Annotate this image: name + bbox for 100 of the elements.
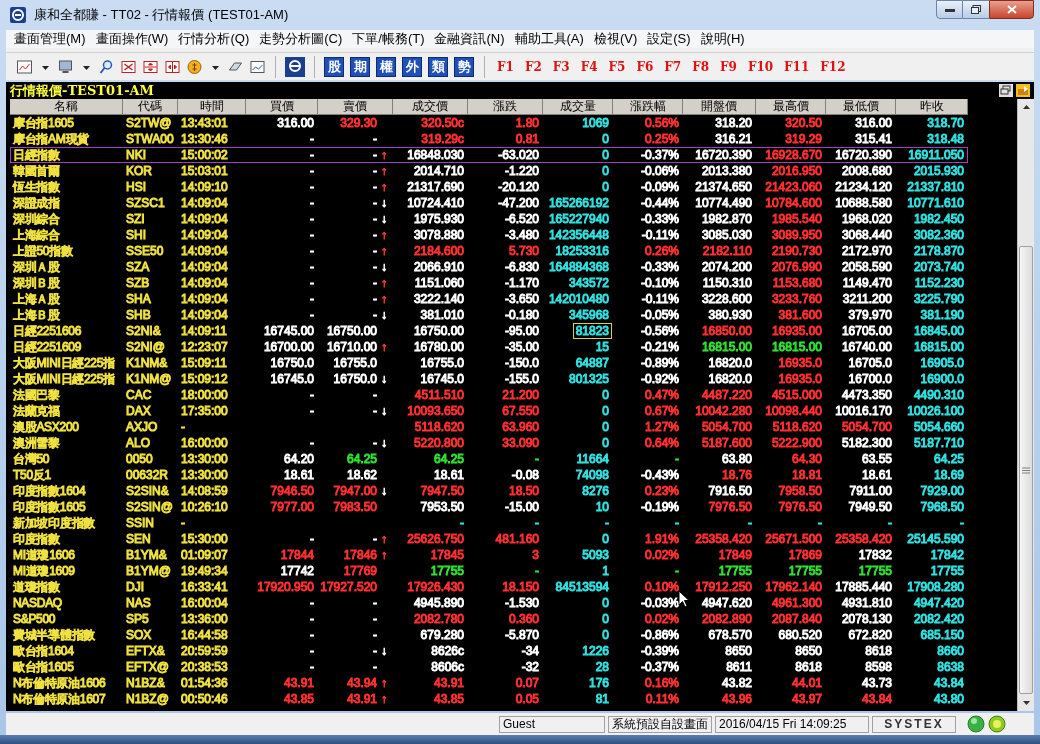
table-cell: - — [310, 612, 314, 626]
function-key-button[interactable]: F6 — [633, 57, 657, 76]
table-cell: 16745.0 — [420, 372, 464, 386]
column-header[interactable]: 漲跌幅 — [613, 99, 683, 115]
column-header[interactable]: 時間 — [178, 99, 246, 115]
scroll-thumb[interactable] — [1019, 246, 1033, 694]
folder-icon[interactable] — [1016, 84, 1030, 97]
minimize-button[interactable] — [936, 0, 963, 19]
menu-item[interactable]: 說明(H) — [698, 29, 747, 49]
search-icon[interactable] — [98, 58, 115, 75]
quick-button[interactable]: 股 — [324, 56, 344, 77]
menu-item[interactable]: 畫面管理(M) — [12, 29, 88, 49]
table-cell: 16710.00 — [326, 340, 377, 354]
table-cell: K1NM& — [126, 356, 168, 370]
window-chart-icon[interactable] — [249, 58, 266, 75]
table-cell: 16750.00 — [413, 324, 464, 338]
table-cell: 14:08:59 — [181, 484, 228, 498]
function-key-button[interactable]: F8 — [689, 57, 712, 76]
table-cell: 00632R — [126, 468, 169, 482]
menu-item[interactable]: 金融資訊(N) — [432, 29, 507, 49]
column-header[interactable]: 最高價 — [756, 99, 826, 115]
table-cell: 18.76 — [721, 468, 752, 482]
table-cell: 4511.510 — [414, 388, 464, 402]
monitor-icon[interactable] — [57, 58, 74, 75]
trend-arrow: ↑ — [381, 164, 387, 178]
table-cell: 大阪MINI日經225指 — [13, 356, 115, 370]
coin-icon[interactable] — [186, 58, 203, 75]
menu-item[interactable]: 走勢分析圖(C) — [257, 29, 345, 49]
table-cell: 17849 — [718, 548, 752, 562]
table-cell: 43.80 — [933, 692, 964, 706]
menu-item[interactable]: 設定(S) — [645, 29, 693, 49]
table-cell: -95.00 — [504, 324, 539, 338]
table-cell: -0.19% — [640, 500, 679, 514]
split-vertical-icon[interactable] — [164, 58, 181, 75]
quick-button[interactable]: 外 — [402, 56, 422, 77]
table-cell: 17842 — [930, 548, 964, 562]
column-header[interactable]: 昨收 — [896, 99, 968, 115]
scrollbar[interactable] — [1017, 99, 1034, 711]
table-cell: - — [310, 276, 314, 290]
table-cell: SOX — [126, 628, 152, 642]
table-cell: - — [310, 244, 314, 258]
function-key-button[interactable]: F5 — [605, 57, 629, 76]
table-cell: 18253316 — [555, 244, 609, 258]
function-key-button[interactable]: F12 — [817, 57, 849, 76]
function-key-button[interactable]: F10 — [744, 57, 777, 76]
table-cell: 5054.660 — [913, 420, 964, 434]
column-header[interactable]: 成交價 — [393, 99, 468, 115]
table-cell: 18.50 — [508, 484, 539, 498]
table-cell: 1.27% — [644, 420, 679, 434]
column-header[interactable]: 買價 — [246, 99, 318, 115]
function-key-button[interactable]: F11 — [781, 57, 813, 76]
menu-item[interactable]: 輔助工具(A) — [512, 29, 586, 49]
column-header[interactable]: 開盤價 — [683, 99, 756, 115]
menu-item[interactable]: 檢視(V) — [591, 29, 640, 49]
table-cell: CAC — [126, 388, 152, 402]
maximize-button[interactable] — [963, 0, 989, 19]
table-cell: 16720.390 — [695, 148, 752, 162]
close-box-icon[interactable] — [120, 58, 137, 75]
quick-button[interactable]: 權 — [376, 56, 396, 77]
function-key-button[interactable]: F1 — [494, 57, 517, 76]
company-logo-icon[interactable] — [285, 56, 305, 77]
table-cell: T50反1 — [13, 468, 51, 482]
close-icon — [1006, 5, 1017, 14]
trend-arrow: ↑ — [381, 276, 387, 290]
restore-icon[interactable] — [999, 84, 1013, 97]
function-key-button[interactable]: F2 — [521, 57, 545, 76]
split-horizontal-icon[interactable] — [142, 58, 159, 75]
column-header[interactable]: 名稱 — [10, 99, 123, 115]
table-cell: 3225.790 — [913, 292, 964, 306]
table-cell: SHI — [126, 228, 146, 242]
function-key-button[interactable]: F3 — [549, 57, 573, 76]
quick-button[interactable]: 期 — [350, 56, 370, 77]
chart-icon[interactable] — [16, 58, 33, 75]
column-header[interactable]: 成交量 — [543, 99, 613, 115]
table-cell: 16:00:04 — [181, 596, 228, 610]
function-key-button[interactable]: F9 — [717, 57, 740, 76]
table-cell: - — [535, 452, 539, 466]
table-cell: 17908.280 — [907, 580, 964, 594]
table-cell: 14:09:10 — [181, 180, 228, 194]
menu-item[interactable]: 行情分析(Q) — [176, 29, 252, 49]
quick-button[interactable]: 類 — [428, 56, 448, 77]
column-header[interactable]: 賣價 — [318, 99, 393, 115]
menu-item[interactable]: 下單/帳務(T) — [350, 29, 427, 49]
function-key-button[interactable]: F4 — [577, 57, 601, 76]
column-header[interactable]: 代碼 — [123, 99, 178, 115]
quick-button[interactable]: 勢 — [454, 56, 474, 77]
close-button[interactable] — [989, 0, 1034, 19]
selected-row[interactable]: 日經指數 NKI 15:00:02 - - ↑ 16848.030 -63.020 0 -0.37% 16720.390 16928.670 16720.390 16911.050 — [10, 147, 968, 163]
app-logo-icon — [10, 7, 26, 23]
column-header[interactable]: 最低價 — [826, 99, 896, 115]
table-cell: 10 — [595, 500, 609, 514]
menu-item[interactable]: 畫面操作(W) — [93, 29, 171, 49]
trend-arrow: ↓ — [381, 404, 387, 418]
table-cell: -3.480 — [504, 228, 539, 242]
table-cell: 21234.120 — [835, 180, 892, 194]
column-header[interactable]: 漲跌 — [468, 99, 543, 115]
table-cell: 上證50指數 — [13, 244, 73, 258]
table-cell: -0.86% — [640, 628, 679, 642]
table-cell: - — [373, 212, 377, 226]
function-key-button[interactable]: F7 — [661, 57, 685, 76]
